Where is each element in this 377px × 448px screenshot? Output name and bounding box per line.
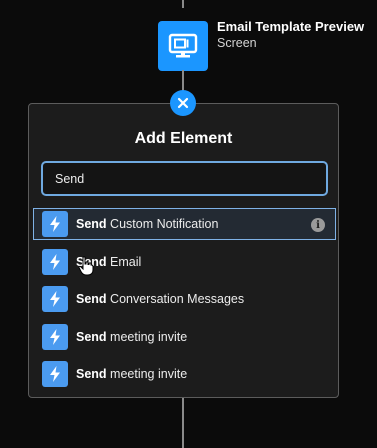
lightning-bolt-icon bbox=[42, 248, 68, 275]
node-title: Email Template Preview bbox=[217, 19, 365, 34]
flow-connector-top bbox=[182, 0, 184, 8]
close-add-element-button[interactable] bbox=[170, 90, 196, 116]
result-send-meeting-invite-2[interactable]: Send meeting invite bbox=[33, 358, 336, 390]
lightning-bolt-icon bbox=[42, 286, 68, 312]
result-send-conversation-messages[interactable]: Send Conversation Messages bbox=[33, 283, 336, 315]
add-element-panel: Add Element Send Custom Notification i S… bbox=[28, 103, 339, 398]
result-send-meeting-invite[interactable]: Send meeting invite bbox=[33, 321, 336, 353]
flow-canvas: Email Template Preview Screen Add Elemen… bbox=[0, 0, 377, 448]
node-subtitle: Screen bbox=[217, 36, 257, 50]
result-label: Send Custom Notification bbox=[76, 217, 219, 231]
flow-connector-bottom bbox=[182, 398, 184, 448]
hand-cursor-icon bbox=[78, 256, 94, 276]
close-icon bbox=[177, 97, 189, 109]
results-list: Send Custom Notification i Send Email Se… bbox=[33, 208, 336, 396]
screen-node-tile[interactable] bbox=[158, 21, 208, 71]
flow-connector-mid bbox=[182, 70, 184, 92]
screen-node[interactable]: Email Template Preview Screen bbox=[158, 19, 365, 71]
screen-icon bbox=[168, 33, 198, 58]
result-label: Send Conversation Messages bbox=[76, 292, 245, 306]
lightning-bolt-icon bbox=[42, 361, 68, 387]
panel-title: Add Element bbox=[134, 130, 233, 147]
result-label: Send meeting invite bbox=[76, 329, 188, 344]
lightning-bolt-icon bbox=[42, 323, 68, 350]
search-input[interactable] bbox=[41, 161, 328, 196]
result-send-custom-notification[interactable]: Send Custom Notification i bbox=[33, 208, 336, 240]
info-icon[interactable]: i bbox=[311, 218, 325, 232]
result-label: Send meeting invite bbox=[76, 367, 188, 381]
lightning-bolt-icon bbox=[42, 211, 68, 237]
